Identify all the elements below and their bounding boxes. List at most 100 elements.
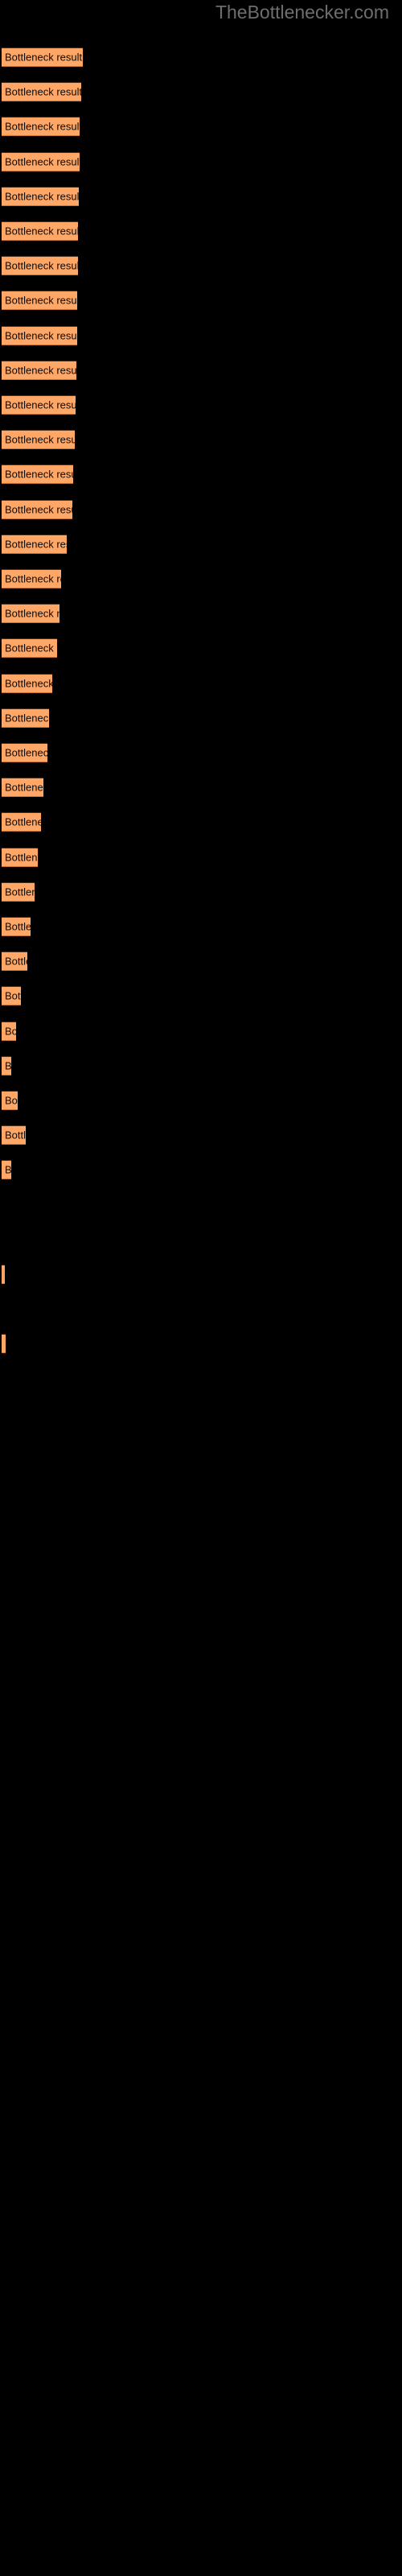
bar[interactable]: Bottleneck result bbox=[2, 221, 78, 241]
bar-row: Bottleneck result bbox=[0, 464, 402, 485]
bar[interactable]: Bottleneck result bbox=[2, 534, 67, 554]
bar-label: Bottleneck result bbox=[5, 120, 80, 133]
bar[interactable]: Bottleneck result bbox=[2, 847, 38, 867]
bar-row: Bottleneck result bbox=[0, 812, 402, 832]
chart-plot-area: Bottleneck result Bottleneck result Bottle… bbox=[0, 0, 402, 2576]
bar-row: Bottleneck result bbox=[0, 604, 402, 624]
bar-row: Bottleneck result bbox=[0, 778, 402, 798]
bar-row: Bottleneck result bbox=[0, 186, 402, 206]
bar[interactable]: Bottleneck result bbox=[2, 291, 77, 311]
bar-label: Bottleneck result bbox=[5, 886, 35, 898]
bar-label: Bottleneck result bbox=[5, 433, 75, 446]
bar-label: Bottleneck result bbox=[5, 85, 81, 98]
bar-label: Bottleneck result bbox=[5, 259, 78, 272]
bar[interactable]: Bottleneck result bbox=[2, 986, 21, 1006]
bar[interactable]: Bottleneck result bbox=[2, 395, 76, 415]
bar-row: Bottleneck result bbox=[0, 151, 402, 171]
bar-row: Bottleneck result bbox=[0, 430, 402, 450]
bar-label: Bottleneck result bbox=[5, 712, 49, 724]
bar-label: Bottleneck result bbox=[5, 225, 78, 237]
bar[interactable]: Bottleneck result bbox=[2, 952, 27, 972]
bar-row: Bottleneck result bbox=[0, 986, 402, 1006]
bar-label: Bottleneck result bbox=[5, 1094, 18, 1107]
bar-label: Bottleneck result bbox=[5, 1129, 26, 1141]
bar-row bbox=[0, 1299, 402, 1319]
bar-label: Bottleneck result bbox=[5, 51, 83, 64]
bar[interactable]: Bottleneck result bbox=[2, 1125, 26, 1146]
bar-label: Bottleneck result bbox=[5, 815, 41, 828]
bar[interactable]: Bottleneck result bbox=[2, 638, 57, 658]
bar[interactable]: Bottleneck result bbox=[2, 917, 31, 936]
bar[interactable]: Bottleneck result bbox=[2, 499, 72, 519]
bar[interactable]: Bottleneck result bbox=[2, 151, 80, 171]
bar[interactable]: Bottleneck result bbox=[2, 1055, 11, 1075]
bar-label: Bottleneck result bbox=[5, 781, 43, 794]
bar[interactable]: Bottleneck result bbox=[2, 1334, 6, 1354]
bar[interactable]: Bottleneck result bbox=[2, 812, 41, 832]
bar-row: Bottleneck result bbox=[0, 1265, 402, 1284]
bar-label: Bottleneck result bbox=[5, 851, 38, 864]
bar[interactable]: Bottleneck result bbox=[2, 464, 73, 485]
bar[interactable]: Bottleneck result bbox=[2, 325, 77, 345]
bar-row: Bottleneck result bbox=[0, 221, 402, 241]
bar-row: Bottleneck result bbox=[0, 360, 402, 380]
bar-label: Bottleneck result bbox=[5, 1163, 11, 1176]
bar[interactable]: Bottleneck result bbox=[2, 360, 76, 380]
bar[interactable]: Bottleneck result bbox=[2, 708, 49, 728]
bar-row: Bottleneck result bbox=[0, 638, 402, 658]
bar-label: Bottleneck result bbox=[5, 955, 27, 968]
bar-label: Bottleneck result bbox=[5, 746, 47, 759]
bar[interactable]: Bottleneck result bbox=[2, 430, 75, 450]
bottleneck-bar-chart: TheBottlenecker.com Bottleneck result Bot… bbox=[0, 0, 402, 2576]
bar-label: Bottleneck result bbox=[5, 989, 21, 1002]
bar[interactable]: Bottleneck result bbox=[2, 673, 52, 693]
bar-row: Bottleneck result bbox=[0, 743, 402, 762]
bar-label: Bottleneck result bbox=[5, 607, 59, 620]
bar-row: Bottleneck result bbox=[0, 917, 402, 936]
bar[interactable]: Bottleneck result bbox=[2, 117, 80, 137]
bar-row: Bottleneck result bbox=[0, 117, 402, 137]
bar-row: Bottleneck result bbox=[0, 673, 402, 693]
bar-label: Bottleneck result bbox=[5, 920, 31, 933]
bar-label: Bottleneck result bbox=[5, 468, 73, 481]
bar-row: Bottleneck result bbox=[0, 256, 402, 276]
bar[interactable]: Bottleneck result bbox=[2, 881, 35, 902]
bar-label: Bottleneck result bbox=[5, 677, 52, 690]
bar-row: Bottleneck result bbox=[0, 952, 402, 972]
bar-label: Bottleneck result bbox=[5, 538, 67, 551]
bar-row: Bottleneck result bbox=[0, 1055, 402, 1075]
bar[interactable]: Bottleneck result bbox=[2, 1021, 16, 1041]
bar-label: Bottleneck result bbox=[5, 294, 77, 307]
bar[interactable]: Bottleneck result bbox=[2, 569, 61, 588]
bar-label: Bottleneck result bbox=[5, 155, 80, 168]
bar[interactable]: Bottleneck result bbox=[2, 778, 43, 798]
bar-label: Bottleneck result bbox=[5, 398, 76, 411]
bar-row bbox=[0, 1195, 402, 1215]
bar-row: Bottleneck result bbox=[0, 847, 402, 867]
bar[interactable]: Bottleneck result bbox=[2, 186, 79, 206]
bar[interactable]: Bottleneck result bbox=[2, 47, 83, 67]
bar-row: Bottleneck result bbox=[0, 47, 402, 67]
bar-label: Bottleneck result bbox=[5, 364, 76, 377]
bar[interactable]: Bottleneck result bbox=[2, 82, 81, 102]
bar-label: Bottleneck result bbox=[5, 642, 57, 654]
bar-row: Bottleneck result bbox=[0, 1021, 402, 1041]
bar-row: Bottleneck result bbox=[0, 1091, 402, 1110]
bar-row: Bottleneck result bbox=[0, 1160, 402, 1180]
bar-row: Bottleneck result bbox=[0, 534, 402, 554]
bar-row: Bottleneck result bbox=[0, 325, 402, 345]
bar[interactable]: Bottleneck result bbox=[2, 1091, 18, 1110]
bar[interactable]: Bottleneck result bbox=[2, 604, 59, 624]
bar[interactable]: Bottleneck result bbox=[2, 743, 47, 762]
bar-label: Bottleneck result bbox=[5, 503, 72, 516]
bar-label: Bottleneck result bbox=[5, 1059, 11, 1072]
bar-row: Bottleneck result bbox=[0, 1125, 402, 1146]
bar-row: Bottleneck result bbox=[0, 82, 402, 102]
bar-row: Bottleneck result bbox=[0, 708, 402, 728]
bar[interactable]: Bottleneck result bbox=[2, 1160, 11, 1180]
bar-row: Bottleneck result bbox=[0, 395, 402, 415]
bar[interactable]: Bottleneck result bbox=[2, 1265, 5, 1284]
bar-row: Bottleneck result bbox=[0, 1334, 402, 1354]
bar-row: Bottleneck result bbox=[0, 499, 402, 519]
bar[interactable]: Bottleneck result bbox=[2, 256, 78, 276]
